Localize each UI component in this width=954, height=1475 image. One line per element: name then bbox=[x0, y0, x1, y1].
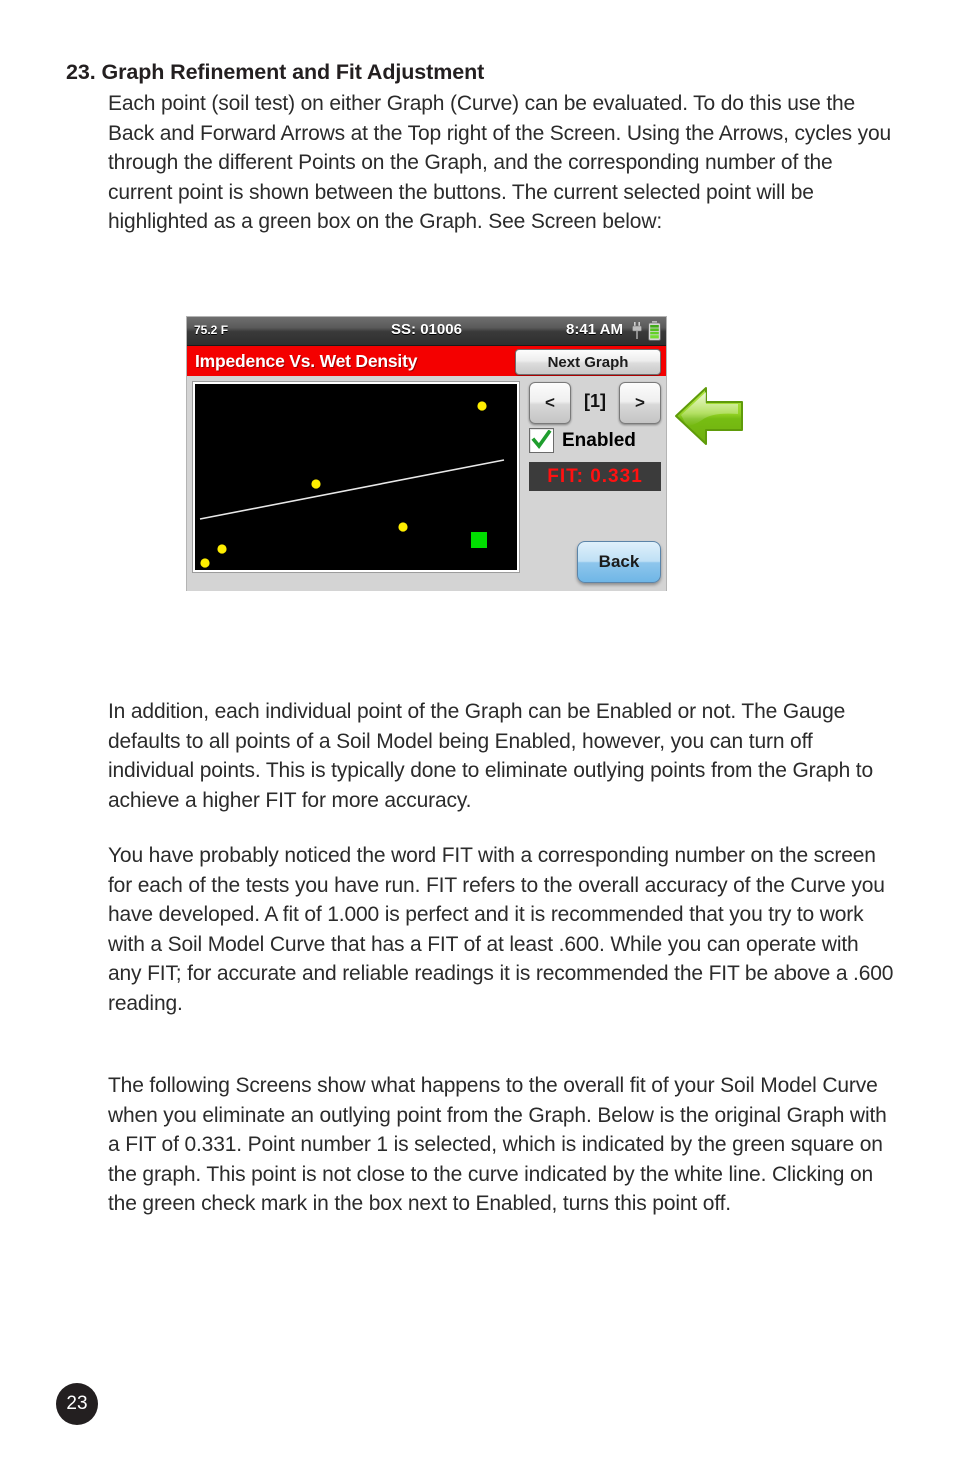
page-title: 23. Graph Refinement and Fit Adjustment bbox=[66, 60, 485, 84]
graph-title: Impedence Vs. Wet Density bbox=[195, 351, 418, 371]
plot-background bbox=[195, 384, 517, 570]
data-point[interactable] bbox=[311, 479, 321, 489]
check-mark-icon bbox=[531, 430, 552, 449]
point-navigator: < [1] > bbox=[527, 380, 663, 424]
paragraph-enable: In addition, each individual point of th… bbox=[108, 700, 873, 812]
enabled-toggle-row[interactable]: Enabled bbox=[529, 428, 636, 453]
power-plug-icon bbox=[632, 322, 642, 339]
paragraph-screens: The following Screens show what happens … bbox=[108, 1074, 887, 1216]
paragraph-fit: You have probably noticed the word FIT w… bbox=[108, 844, 894, 1015]
graph-plot-area[interactable] bbox=[193, 382, 519, 572]
enabled-label: Enabled bbox=[562, 429, 636, 451]
device-status-bar: 75.2 F SS: 01006 8:41 AM bbox=[187, 317, 666, 346]
selected-point-marker[interactable] bbox=[471, 532, 487, 548]
battery-full-icon bbox=[648, 321, 661, 341]
enabled-checkbox[interactable] bbox=[529, 428, 554, 453]
data-point[interactable] bbox=[398, 522, 408, 532]
next-point-button[interactable]: > bbox=[619, 382, 661, 424]
document-page: 23. Graph Refinement and Fit Adjustment … bbox=[0, 0, 954, 1475]
data-point[interactable] bbox=[200, 558, 210, 568]
scatter-plot bbox=[195, 384, 517, 570]
clock-readout: 8:41 AM bbox=[566, 321, 623, 338]
left-arrow-callout-icon bbox=[675, 387, 743, 445]
graph-controls: < [1] > Enabled FIT: 0.331 Back bbox=[527, 380, 663, 585]
fit-readout: FIT: 0.331 bbox=[529, 462, 661, 491]
device-title-bar: Impedence Vs. Wet Density Next Graph bbox=[187, 346, 666, 376]
device-screenshot: 75.2 F SS: 01006 8:41 AM Impedence Vs. W… bbox=[186, 316, 667, 591]
device-body: < [1] > Enabled FIT: 0.331 Back bbox=[187, 376, 666, 591]
data-point[interactable] bbox=[477, 401, 487, 411]
back-button[interactable]: Back bbox=[577, 541, 661, 583]
paragraph-intro: Each point (soil test) on either Graph (… bbox=[108, 92, 892, 234]
next-graph-button[interactable]: Next Graph bbox=[515, 349, 661, 375]
page-number-badge: 23 bbox=[56, 1383, 98, 1425]
data-point[interactable] bbox=[217, 544, 227, 554]
